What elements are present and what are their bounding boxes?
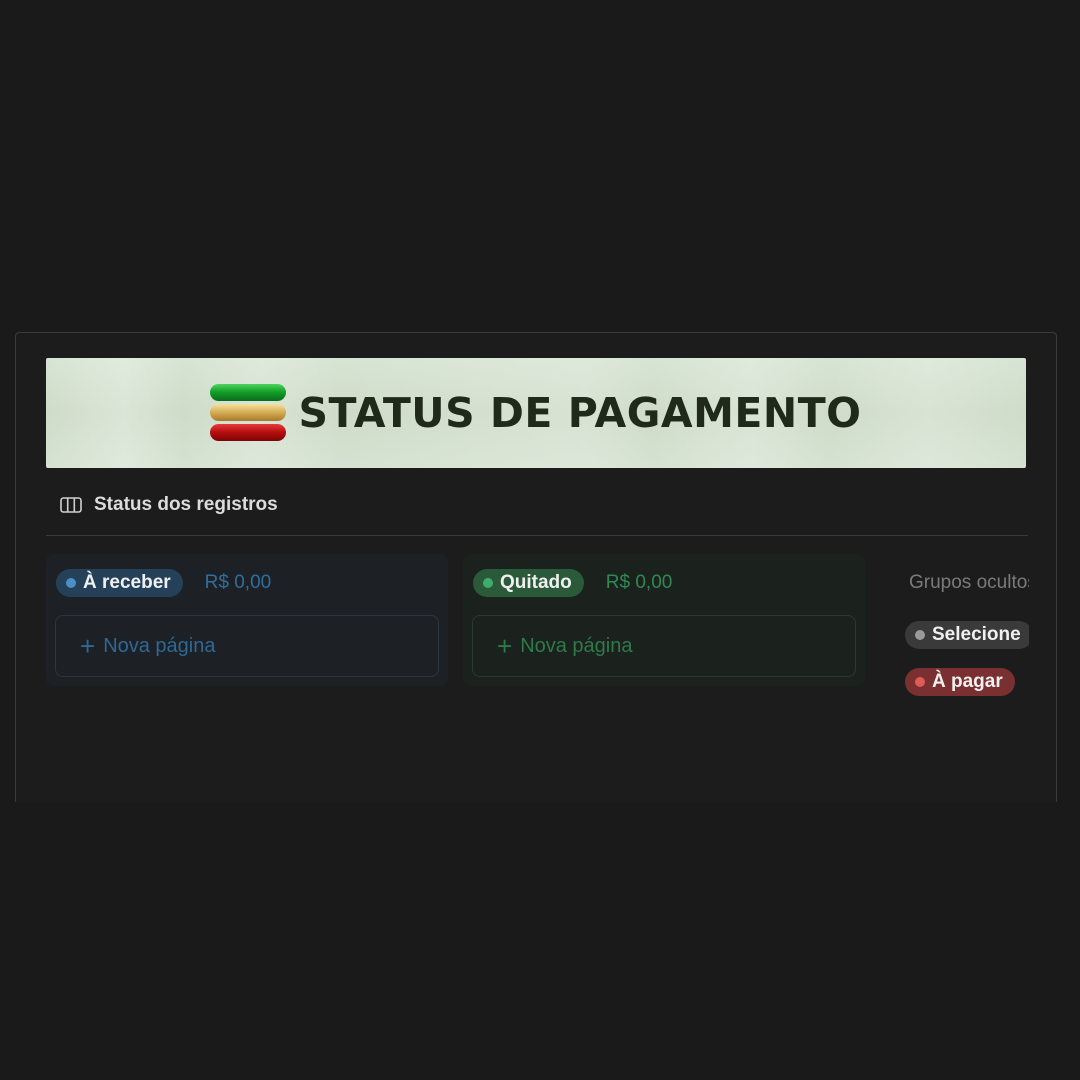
hidden-group-a-pagar[interactable]: À pagar xyxy=(905,668,1029,696)
board-container: STATUS DE PAGAMENTO Status dos registros… xyxy=(15,332,1057,802)
new-page-button[interactable]: + Nova página xyxy=(55,615,439,677)
new-page-button[interactable]: + Nova página xyxy=(472,615,856,677)
board-column-quitado: Quitado R$ 0,00 + Nova página xyxy=(463,554,865,686)
status-badge-a-receber[interactable]: À receber xyxy=(56,569,183,597)
column-sum: R$ 0,00 xyxy=(605,572,673,593)
column-header: À receber R$ 0,00 xyxy=(56,569,271,597)
status-badge-quitado[interactable]: Quitado xyxy=(473,569,584,597)
board-view-icon xyxy=(60,497,82,513)
status-label: À receber xyxy=(83,572,171,593)
hidden-group-selecione[interactable]: Selecione xyxy=(905,621,1029,649)
status-badge-a-pagar[interactable]: À pagar xyxy=(905,668,1015,696)
status-dot-icon xyxy=(66,578,76,588)
stacked-bars-icon xyxy=(210,384,287,442)
new-page-label: Nova página xyxy=(103,634,216,657)
board-column-a-receber: À receber R$ 0,00 + Nova página xyxy=(46,554,448,686)
new-page-label: Nova página xyxy=(520,634,633,657)
column-header: Quitado R$ 0,00 xyxy=(473,569,672,597)
page-cover-banner: STATUS DE PAGAMENTO xyxy=(46,358,1026,468)
plus-icon: + xyxy=(80,631,96,661)
status-label: Selecione xyxy=(932,624,1021,645)
gold-bar xyxy=(210,404,287,421)
view-label: Status dos registros xyxy=(94,494,278,515)
status-dot-icon xyxy=(915,677,925,687)
banner-title: STATUS DE PAGAMENTO xyxy=(298,389,862,437)
plus-icon: + xyxy=(497,631,513,661)
status-dot-icon xyxy=(915,630,925,640)
status-label: Quitado xyxy=(500,572,572,593)
red-bar xyxy=(210,424,287,441)
green-bar xyxy=(210,384,287,401)
view-tab-status-dos-registros[interactable]: Status dos registros xyxy=(60,493,278,517)
status-label: À pagar xyxy=(932,671,1003,692)
column-sum: R$ 0,00 xyxy=(204,572,272,593)
status-dot-icon xyxy=(483,578,493,588)
status-badge-selecione[interactable]: Selecione xyxy=(905,621,1029,649)
hidden-groups-label: Grupos ocultos xyxy=(909,572,1029,593)
divider xyxy=(46,535,1028,536)
